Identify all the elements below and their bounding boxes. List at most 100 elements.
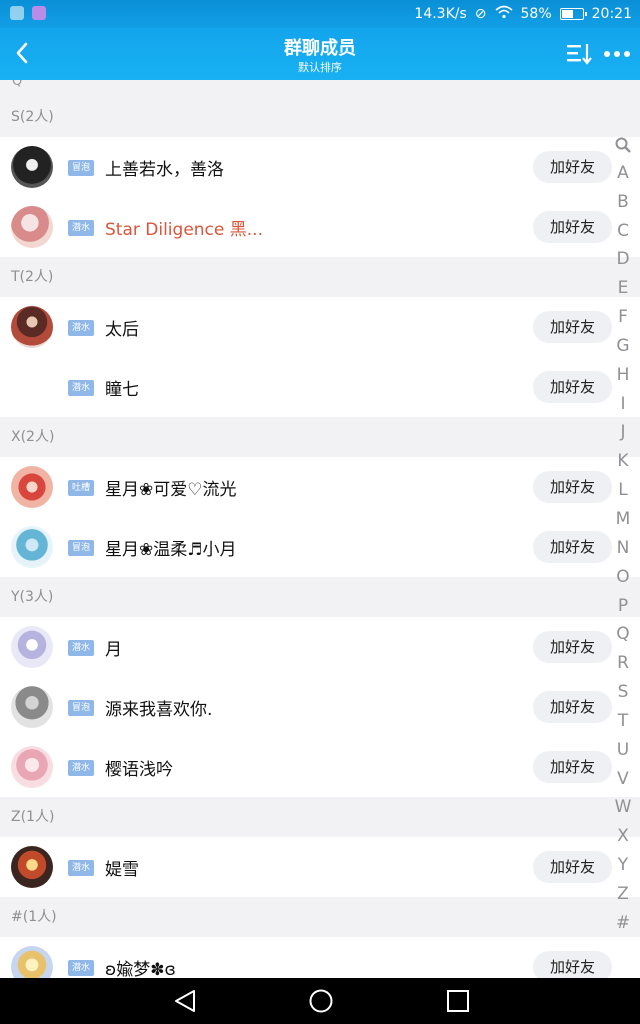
add-friend-button[interactable]: 加好友 bbox=[533, 471, 612, 503]
clock: 20:21 bbox=[591, 6, 632, 22]
index-letter[interactable]: E bbox=[608, 274, 638, 303]
avatar[interactable] bbox=[11, 626, 53, 668]
add-friend-button[interactable]: 加好友 bbox=[533, 851, 612, 883]
battery-icon bbox=[559, 8, 587, 20]
section-header: X(2人) bbox=[0, 417, 640, 457]
member-name: 星月❀可爱♡流光 bbox=[105, 480, 237, 500]
notification-app-icon bbox=[32, 6, 46, 20]
avatar[interactable] bbox=[11, 466, 53, 508]
add-friend-button[interactable]: 加好友 bbox=[533, 211, 612, 243]
member-row[interactable]: 吐槽 星月❀可爱♡流光 加好友 bbox=[0, 457, 640, 517]
index-letter[interactable]: X bbox=[608, 822, 638, 851]
member-name: 瞳七 bbox=[105, 380, 139, 400]
add-friend-button[interactable]: 加好友 bbox=[533, 311, 612, 343]
add-friend-button[interactable]: 加好友 bbox=[533, 371, 612, 403]
status-bar: 14.3K/s ⊘ 58% 20:21 bbox=[0, 0, 640, 28]
notification-app-icon bbox=[10, 6, 24, 20]
alphabet-index-bar[interactable]: A B C D E F G H I J K L M N O P Q R S T U V W X Y Z # bbox=[608, 130, 638, 938]
section-header: T(2人) bbox=[0, 257, 640, 297]
sort-list-icon bbox=[567, 44, 592, 65]
activity-badge: 潜水 bbox=[68, 860, 95, 876]
nav-home-button[interactable] bbox=[308, 989, 334, 1017]
member-row[interactable]: 冒泡 源来我喜欢你. 加好友 bbox=[0, 677, 640, 737]
index-letter[interactable]: U bbox=[608, 736, 638, 765]
add-friend-button[interactable]: 加好友 bbox=[533, 531, 612, 563]
index-letter[interactable]: K bbox=[608, 447, 638, 476]
index-letter[interactable]: T bbox=[608, 707, 638, 736]
add-friend-button[interactable]: 加好友 bbox=[533, 691, 612, 723]
activity-badge: 吐槽 bbox=[68, 480, 95, 496]
index-letter[interactable]: G bbox=[608, 332, 638, 361]
sort-button[interactable] bbox=[564, 40, 594, 68]
member-name: 上善若水，善洛 bbox=[105, 160, 224, 180]
network-speed: 14.3K/s bbox=[414, 6, 467, 22]
circle-home-icon bbox=[309, 989, 333, 1013]
index-letter[interactable]: Z bbox=[608, 880, 638, 909]
index-letter[interactable]: J bbox=[608, 418, 638, 447]
index-letter[interactable]: W bbox=[608, 793, 638, 822]
member-row[interactable]: 潜水 媞雪 加好友 bbox=[0, 837, 640, 897]
member-name: 媞雪 bbox=[105, 860, 139, 880]
activity-badge: 潜水 bbox=[68, 380, 95, 396]
add-friend-button[interactable]: 加好友 bbox=[533, 951, 612, 978]
member-row[interactable]: 潜水 Star Diligence 黑... 加好友 bbox=[0, 197, 640, 257]
index-letter[interactable]: R bbox=[608, 649, 638, 678]
avatar[interactable] bbox=[11, 846, 53, 888]
add-friend-button[interactable]: 加好友 bbox=[533, 751, 612, 783]
index-letter[interactable]: A bbox=[608, 159, 638, 188]
more-dots-icon bbox=[604, 51, 630, 57]
activity-badge: 潜水 bbox=[68, 960, 95, 976]
index-letter[interactable]: B bbox=[608, 188, 638, 217]
nav-back-button[interactable] bbox=[172, 989, 198, 1017]
square-recent-icon bbox=[447, 990, 469, 1012]
activity-badge: 潜水 bbox=[68, 640, 95, 656]
member-row[interactable]: 冒泡 上善若水，善洛 加好友 bbox=[0, 137, 640, 197]
index-letter[interactable]: I bbox=[608, 390, 638, 419]
index-letter[interactable]: Q bbox=[608, 620, 638, 649]
index-letter[interactable]: L bbox=[608, 476, 638, 505]
member-name: 太后 bbox=[105, 320, 139, 340]
member-name: 月 bbox=[105, 640, 122, 660]
add-friend-button[interactable]: 加好友 bbox=[533, 151, 612, 183]
section-header: S(2人) bbox=[0, 97, 640, 137]
member-list[interactable]: Q S(2人) 冒泡 上善若水，善洛 加好友 潜水 Star Diligence 黑...… bbox=[0, 80, 640, 978]
avatar[interactable] bbox=[11, 306, 53, 348]
index-letter[interactable]: D bbox=[608, 245, 638, 274]
member-row[interactable]: 潜水 太后 加好友 bbox=[0, 297, 640, 357]
avatar[interactable] bbox=[11, 746, 53, 788]
avatar[interactable] bbox=[11, 146, 53, 188]
member-row[interactable]: 潜水 瞳七 加好友 bbox=[0, 357, 640, 417]
member-row[interactable]: 潜水月 加好友 bbox=[0, 617, 640, 677]
member-name: ʚ婾梦✽ɞ bbox=[105, 960, 176, 978]
index-letter[interactable]: P bbox=[608, 592, 638, 621]
index-letter[interactable]: C bbox=[608, 217, 638, 246]
section-header: Y(3人) bbox=[0, 577, 640, 617]
avatar[interactable] bbox=[11, 686, 53, 728]
member-row[interactable]: 潜水 ʚ婾梦✽ɞ 加好友 bbox=[0, 937, 640, 978]
avatar[interactable] bbox=[11, 526, 53, 568]
add-friend-button[interactable]: 加好友 bbox=[533, 631, 612, 663]
avatar[interactable] bbox=[11, 946, 53, 978]
index-letter[interactable]: M bbox=[608, 505, 638, 534]
avatar[interactable] bbox=[11, 206, 53, 248]
index-letter[interactable]: V bbox=[608, 765, 638, 794]
index-letter[interactable]: # bbox=[608, 909, 638, 938]
index-letter[interactable]: O bbox=[608, 563, 638, 592]
title-bar: 群聊成员 默认排序 bbox=[0, 28, 640, 80]
more-button[interactable] bbox=[600, 40, 634, 68]
activity-badge: 潜水 bbox=[68, 220, 95, 236]
index-letter[interactable]: N bbox=[608, 534, 638, 563]
search-icon[interactable] bbox=[608, 130, 638, 159]
index-letter[interactable]: S bbox=[608, 678, 638, 707]
triangle-back-icon bbox=[175, 990, 195, 1012]
section-header-cutoff: Q bbox=[12, 80, 23, 89]
index-letter[interactable]: F bbox=[608, 303, 638, 332]
wifi-icon bbox=[494, 5, 513, 23]
mute-icon: ⊘ bbox=[474, 6, 487, 22]
member-row[interactable]: 冒泡 星月❀温柔♬小月 加好友 bbox=[0, 517, 640, 577]
index-letter[interactable]: H bbox=[608, 361, 638, 390]
battery-percent: 58% bbox=[520, 6, 552, 22]
index-letter[interactable]: Y bbox=[608, 851, 638, 880]
member-row[interactable]: 潜水 樱语浅吟 加好友 bbox=[0, 737, 640, 797]
nav-recent-button[interactable] bbox=[446, 990, 470, 1016]
